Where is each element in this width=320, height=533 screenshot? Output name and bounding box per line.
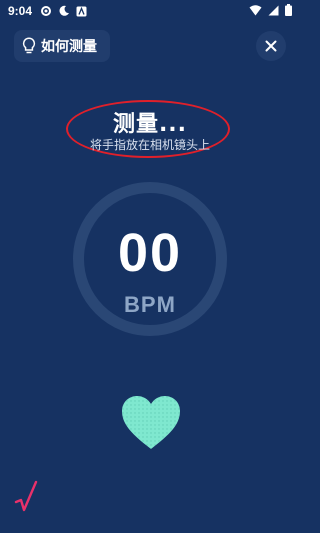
bpm-value: 00 (117, 223, 183, 283)
a-badge-icon (76, 6, 87, 17)
how-to-measure-button[interactable]: 如何测量 (14, 30, 110, 62)
settings-icon (40, 5, 52, 17)
status-time: 9:04 (8, 4, 33, 18)
wifi-icon (249, 4, 262, 19)
status-bar: 9:04 (0, 0, 300, 22)
finger-instruction: 将手指放在相机镜头上 (89, 138, 210, 152)
how-to-measure-label: 如何测量 (41, 39, 97, 55)
battery-icon (285, 4, 292, 19)
lightbulb-icon (22, 37, 36, 55)
app-logo (14, 478, 40, 514)
close-button[interactable] (256, 31, 286, 61)
measuring-title: 测量... (112, 112, 188, 137)
moon-icon (58, 5, 70, 17)
heart-icon (121, 395, 181, 451)
bpm-unit: BPM (124, 292, 176, 317)
close-icon (265, 40, 277, 52)
signal-icon (268, 5, 279, 19)
